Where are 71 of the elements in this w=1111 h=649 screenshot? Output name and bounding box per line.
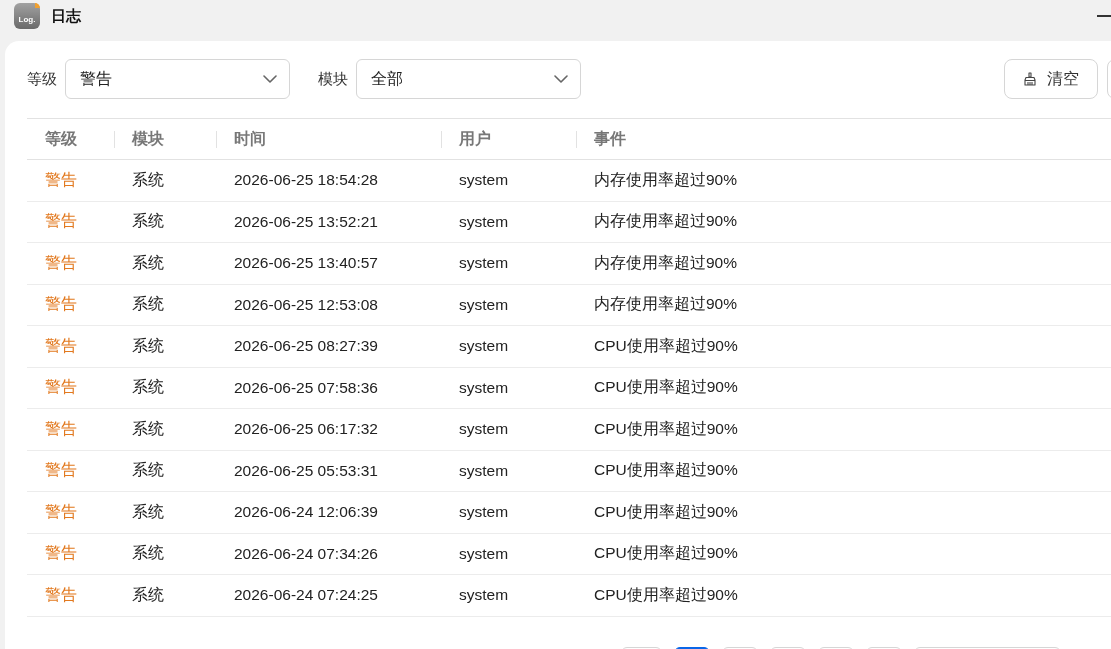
table-cell: 警告 (45, 378, 77, 396)
table-cell: 2026-06-25 05:53:31 (234, 461, 378, 479)
table-cell: system (459, 544, 509, 562)
table-cell: 2026-06-25 13:40:57 (234, 254, 378, 272)
table-cell: system (459, 586, 509, 604)
table-cell: 系统 (132, 253, 164, 271)
column-header: 模块 (132, 129, 164, 147)
table-cell: system (459, 171, 509, 189)
table-cell: 警告 (45, 336, 77, 354)
table-cell: system (459, 254, 509, 272)
table-cell: 系统 (132, 378, 164, 396)
table-cell: 内存使用率超过90% (594, 253, 738, 271)
table-cell: system (459, 295, 509, 313)
chevron-down-icon (263, 75, 277, 83)
brush-icon (1023, 72, 1036, 86)
table-cell: 系统 (132, 502, 164, 520)
table-cell: 2026-06-25 07:58:36 (234, 378, 378, 396)
table-cell: 警告 (45, 461, 77, 479)
table-cell: CPU使用率超过90% (594, 378, 738, 396)
table-cell: 2026-06-24 12:06:39 (234, 503, 378, 521)
table-cell: 2026-06-25 12:53:08 (234, 295, 378, 313)
table-cell: 系统 (132, 461, 164, 479)
table-cell: 系统 (132, 419, 164, 437)
table-cell: CPU使用率超过90% (594, 502, 738, 520)
window-title: 日志 (51, 6, 81, 26)
table-cell: 内存使用率超过90% (594, 295, 738, 313)
filter-label: 模块 (318, 69, 348, 89)
table-cell: 2026-06-24 07:34:26 (234, 544, 378, 562)
table-cell: 系统 (132, 544, 164, 562)
filter-select[interactable]: 警告 (65, 59, 290, 99)
column-header: 等级 (45, 129, 77, 147)
table-cell: 内存使用率超过90% (594, 212, 738, 230)
table-cell: system (459, 461, 509, 479)
table-cell: system (459, 503, 509, 521)
minimize-icon[interactable] (1097, 15, 1111, 17)
table-cell: system (459, 420, 509, 438)
table-cell: CPU使用率超过90% (594, 419, 738, 437)
column-header: 时间 (234, 129, 266, 147)
table-cell: 系统 (132, 295, 164, 313)
table-cell: 系统 (132, 585, 164, 603)
table-cell: 2026-06-25 08:27:39 (234, 337, 378, 355)
table-cell: system (459, 378, 509, 396)
table-cell: 警告 (45, 585, 77, 603)
column-header: 事件 (594, 129, 626, 147)
table-cell: 系统 (132, 336, 164, 354)
table-cell: 警告 (45, 170, 77, 188)
filter-select[interactable]: 全部 (356, 59, 581, 99)
table-cell: 2026-06-25 06:17:32 (234, 420, 378, 438)
table-cell: 2026-06-24 07:24:25 (234, 586, 378, 604)
table-cell: 警告 (45, 253, 77, 271)
table-cell: system (459, 337, 509, 355)
table-cell: system (459, 212, 509, 230)
table-cell: 系统 (132, 212, 164, 230)
table-cell: 警告 (45, 295, 77, 313)
app-logo: Log. (14, 3, 40, 29)
table-cell: 警告 (45, 212, 77, 230)
table-cell: 警告 (45, 544, 77, 562)
chevron-down-icon (554, 75, 568, 83)
filter-label: 等级 (27, 69, 57, 89)
clear-button[interactable]: 清空 (1004, 59, 1098, 99)
table-cell: 2026-06-25 18:54:28 (234, 171, 378, 189)
table-cell: 2026-06-25 13:52:21 (234, 212, 378, 230)
table-cell: 警告 (45, 419, 77, 437)
table-cell: 内存使用率超过90% (594, 170, 738, 188)
table-cell: 警告 (45, 502, 77, 520)
table-cell: 系统 (132, 170, 164, 188)
table-cell: CPU使用率超过90% (594, 461, 738, 479)
table-cell: CPU使用率超过90% (594, 585, 738, 603)
table-cell: CPU使用率超过90% (594, 336, 738, 354)
column-header: 用户 (459, 129, 491, 147)
table-cell: CPU使用率超过90% (594, 544, 738, 562)
